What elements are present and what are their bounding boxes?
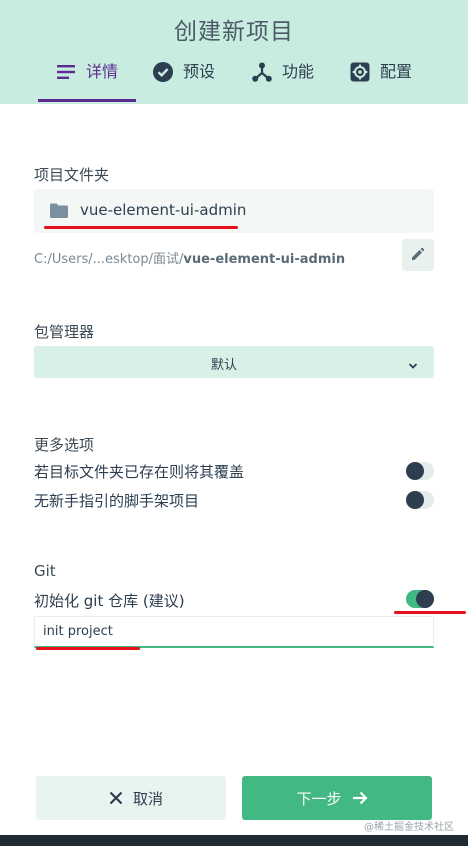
package-manager-label: 包管理器 <box>34 323 95 341</box>
tab-presets-label: 预设 <box>183 62 216 81</box>
next-button[interactable]: 下一步 <box>242 776 432 820</box>
overwrite-toggle[interactable] <box>406 462 434 480</box>
cancel-label: 取消 <box>132 789 163 808</box>
close-icon <box>109 791 123 805</box>
gear-icon <box>350 62 370 82</box>
bottom-bar <box>0 835 468 846</box>
chevron-down-icon <box>408 356 418 375</box>
tab-features-label: 功能 <box>282 62 315 81</box>
header: 创建新项目 详情 预设 功能 配置 <box>0 0 468 104</box>
tab-config-label: 配置 <box>380 62 413 81</box>
commit-message-input[interactable] <box>34 616 434 648</box>
tab-config[interactable]: 配置 <box>350 62 412 104</box>
red-annotation-underline <box>44 226 238 229</box>
arrow-right-icon <box>352 791 368 805</box>
toggle-knob <box>406 462 424 480</box>
git-init-label: 初始化 git 仓库 (建议) <box>34 592 185 610</box>
folder-name-value: vue-element-ui-admin <box>80 201 247 219</box>
next-label: 下一步 <box>296 789 342 808</box>
nodes-icon <box>252 62 272 82</box>
edit-path-button[interactable] <box>402 239 434 271</box>
folder-icon <box>50 203 68 222</box>
red-annotation-underline <box>394 611 466 614</box>
cancel-button[interactable]: 取消 <box>36 776 226 820</box>
more-options-label: 更多选项 <box>34 436 95 454</box>
check-circle-icon <box>153 62 173 82</box>
tab-bar: 详情 预设 功能 配置 <box>0 62 468 104</box>
tab-presets[interactable]: 预设 <box>153 62 215 104</box>
list-icon <box>56 62 76 82</box>
package-manager-value: 默认 <box>210 358 237 373</box>
git-section-label: Git <box>34 562 56 580</box>
red-annotation-underline <box>36 647 140 650</box>
folder-path-name: vue-element-ui-admin <box>183 252 346 267</box>
page-title: 创建新项目 <box>174 19 294 45</box>
folder-path-prefix: C:/Users/...esktop/面试/ <box>34 252 184 267</box>
no-guide-toggle[interactable] <box>406 491 434 509</box>
watermark: @稀土掘金技术社区 <box>364 822 454 833</box>
git-init-toggle[interactable] <box>406 590 434 608</box>
no-guide-option-label: 无新手指引的脚手架项目 <box>34 492 200 510</box>
toggle-knob <box>416 590 434 608</box>
package-manager-select[interactable]: 默认 <box>34 346 434 378</box>
pencil-icon <box>411 246 425 265</box>
folder-section-label: 项目文件夹 <box>34 166 110 184</box>
toggle-knob <box>406 491 424 509</box>
tab-features[interactable]: 功能 <box>252 62 314 104</box>
folder-path: C:/Users/...esktop/面试/vue-element-ui-adm… <box>34 248 345 267</box>
tab-details-label: 详情 <box>86 62 119 81</box>
active-tab-indicator <box>38 99 136 102</box>
tab-details[interactable]: 详情 <box>56 62 118 104</box>
overwrite-option-label: 若目标文件夹已存在则将其覆盖 <box>34 463 245 481</box>
